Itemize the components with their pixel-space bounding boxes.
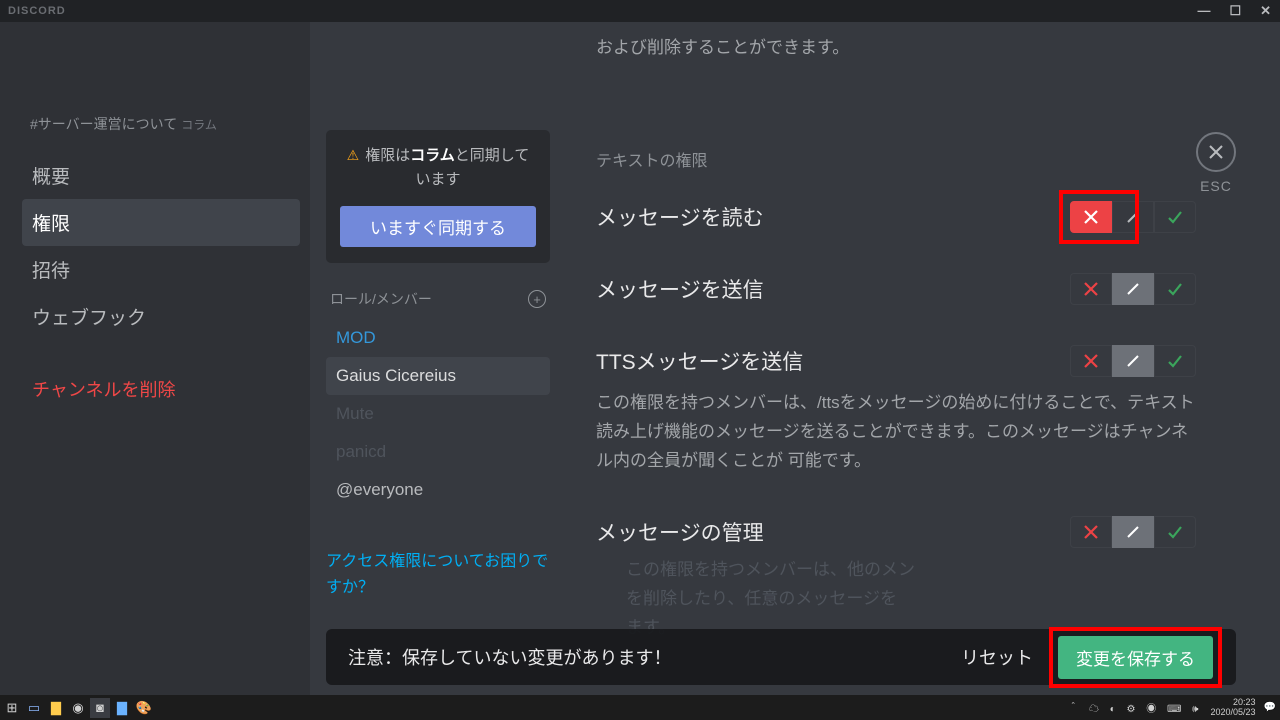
titlebar: DISCORD — ☐ ✕ — [0, 0, 1280, 22]
perm-read-title: メッセージを読む — [596, 202, 764, 232]
perm-tts-deny[interactable] — [1070, 345, 1112, 377]
add-role-button[interactable]: + — [528, 290, 546, 308]
warning-icon: ⚠ — [347, 147, 360, 163]
role-item-mod[interactable]: MOD — [326, 319, 550, 357]
settings-sidebar: #サーバー運営についてコラム 概要 権限 招待 ウェブフック チャンネルを削除 — [0, 22, 310, 695]
role-item-gaius[interactable]: Gaius Cicereius — [326, 357, 550, 395]
perm-read-allow[interactable] — [1154, 201, 1196, 233]
unsaved-changes-bar: 注意：保存していない変更があります！ リセット 変更を保存する — [326, 629, 1236, 685]
perm-manage-title: メッセージの管理 — [596, 517, 764, 547]
sync-box: ⚠権限はコラムと同期しています いますぐ同期する — [326, 130, 550, 263]
perm-manage-deny[interactable] — [1070, 516, 1112, 548]
perm-tts-toggle — [1070, 345, 1196, 377]
perm-read-deny[interactable] — [1070, 201, 1112, 233]
close-settings-button[interactable]: ESC — [1196, 132, 1236, 194]
windows-taskbar[interactable]: ⊞ ▭ ▇ ◉ ◙ ▇ 🎨 ＾ ☁ ◐ ⚙ ◉ ⌨ 🕪 20:23 2020/0… — [0, 695, 1280, 720]
permissions-panel: および削除することができます。 テキストの権限 メッセージを読む — [566, 22, 1280, 695]
perm-tts-neutral[interactable] — [1112, 345, 1154, 377]
notes-icon[interactable]: ▇ — [112, 698, 132, 718]
reset-button[interactable]: リセット — [961, 644, 1033, 670]
app-name: DISCORD — [8, 5, 66, 17]
discord-taskbar-icon[interactable]: ◙ — [90, 698, 110, 718]
perm-send-allow[interactable] — [1154, 273, 1196, 305]
close-window-button[interactable]: ✕ — [1260, 3, 1272, 19]
text-permissions-label: テキストの権限 — [596, 147, 1196, 171]
role-item-mute[interactable]: Mute — [326, 395, 550, 433]
perm-tts-title: TTSメッセージを送信 — [596, 346, 803, 376]
channel-breadcrumb: #サーバー運営についてコラム — [30, 114, 300, 134]
perm-tts-desc: この権限を持つメンバーは、/ttsをメッセージの始めに付けることで、テキスト読み… — [596, 389, 1196, 476]
unsaved-message: 注意：保存していない変更があります！ — [348, 644, 961, 670]
roles-header-label: ロール/メンバー — [330, 289, 432, 309]
explorer-icon[interactable]: ▇ — [46, 698, 66, 718]
notification-icon[interactable]: 💬 — [1264, 702, 1276, 713]
permissions-help-link[interactable]: アクセス権限についてお困りですか？ — [326, 549, 550, 600]
sidebar-item-overview[interactable]: 概要 — [22, 152, 300, 199]
sidebar-item-permissions[interactable]: 権限 — [22, 199, 300, 246]
perm-read-toggle — [1070, 201, 1196, 233]
role-item-panicd[interactable]: panicd — [326, 433, 550, 471]
chrome-icon[interactable]: ◉ — [68, 698, 88, 718]
previous-perm-remnant: および削除することができます。 — [596, 34, 1196, 91]
save-changes-button[interactable]: 変更を保存する — [1058, 636, 1213, 679]
roles-panel: ⚠権限はコラムと同期しています いますぐ同期する ロール/メンバー + MOD … — [310, 22, 566, 695]
tray-icons[interactable]: ＾ ☁ ◐ ⚙ ◉ ⌨ 🕪 — [1068, 700, 1202, 715]
sidebar-item-webhooks[interactable]: ウェブフック — [22, 293, 300, 340]
perm-manage-toggle — [1070, 516, 1196, 548]
start-button[interactable]: ⊞ — [2, 698, 22, 718]
taskview-icon[interactable]: ▭ — [24, 698, 44, 718]
sync-text: ⚠権限はコラムと同期しています — [340, 144, 536, 192]
sync-now-button[interactable]: いますぐ同期する — [340, 206, 536, 247]
perm-read-neutral[interactable] — [1112, 201, 1154, 233]
taskbar-clock[interactable]: 20:23 2020/05/23 — [1211, 698, 1256, 717]
paint-icon[interactable]: 🎨 — [134, 698, 154, 718]
perm-send-deny[interactable] — [1070, 273, 1112, 305]
role-item-everyone[interactable]: @everyone — [326, 471, 550, 509]
perm-manage-allow[interactable] — [1154, 516, 1196, 548]
perm-manage-neutral[interactable] — [1112, 516, 1154, 548]
perm-send-title: メッセージを送信 — [596, 274, 764, 304]
perm-send-toggle — [1070, 273, 1196, 305]
delete-channel-button[interactable]: チャンネルを削除 — [30, 368, 300, 410]
maximize-button[interactable]: ☐ — [1229, 3, 1242, 19]
sidebar-item-invites[interactable]: 招待 — [22, 246, 300, 293]
perm-tts-allow[interactable] — [1154, 345, 1196, 377]
perm-send-neutral[interactable] — [1112, 273, 1154, 305]
minimize-button[interactable]: — — [1197, 3, 1211, 19]
close-icon — [1196, 132, 1236, 172]
